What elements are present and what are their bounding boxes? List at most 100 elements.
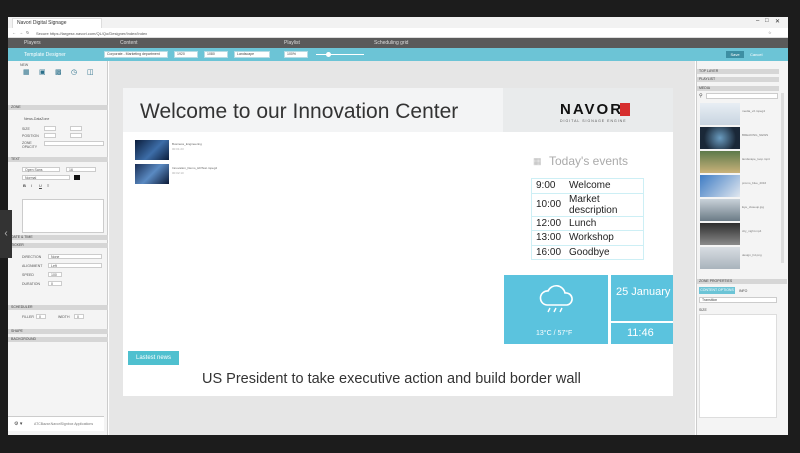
cancel-button[interactable]: Cancel [750,52,762,57]
text-section-header[interactable]: TEXT [8,157,108,162]
minimize-icon[interactable]: – [756,18,759,24]
app-tabs: Players Content Playlist Scheduling grid [8,38,788,48]
position-x-input[interactable] [44,133,56,138]
ticker-alignment-select[interactable]: Left [48,263,102,268]
ticker-duration-label: DURATION [22,282,41,286]
tab-scheduling-grid[interactable]: Scheduling grid [374,40,408,46]
content-options-tab[interactable]: CONTENT OPTIONS [699,287,735,294]
zone-tool-icon[interactable]: ▦ [23,68,30,76]
media-scrollbar[interactable] [781,93,784,263]
reload-icon[interactable]: ↻ [26,30,29,35]
company-select[interactable]: Corporate - Marketing department [104,51,168,58]
scheduler-width-input[interactable]: 0 [74,314,84,319]
date-zone[interactable]: 25 January [611,275,673,321]
font-select[interactable]: Open Sans [22,167,60,172]
browser-tab[interactable]: Navori Digital Signage [12,18,102,28]
media-thumb[interactable] [700,247,740,269]
news-label[interactable]: Lastest news [128,351,179,365]
video-thumb-1[interactable] [135,140,169,160]
media-thumb-label: BREAKING_NEWS [742,133,769,137]
zoom-slider-track[interactable] [316,54,364,55]
address-bar[interactable]: ← → ↻ Secure https://largesx.navori.com/… [8,28,788,38]
close-icon[interactable]: ✕ [775,18,780,25]
weather-zone[interactable]: 13°C / 57°F [504,275,608,344]
grid-tool-icon[interactable]: ◫ [87,68,94,76]
event-row: 13:00 Workshop [531,230,644,246]
url-text[interactable]: Secure https://largesx.navori.com/QL/Qo/… [36,31,147,36]
top-layer-section[interactable]: TOP LAYER [697,69,779,74]
ticker-speed-label: SPEED [22,273,34,277]
height-select[interactable]: 1080 [204,51,228,58]
playlist-items-box[interactable] [699,314,777,418]
background-section-header[interactable]: BACKGROUND [8,337,108,342]
media-thumb[interactable] [700,223,740,245]
width-select[interactable]: 1920 [174,51,198,58]
shape-section-header[interactable]: SHAPE [8,329,108,334]
forward-icon[interactable]: → [19,30,23,35]
text-content-area[interactable] [22,199,104,233]
transition-select[interactable]: Transition [699,297,777,303]
event-row: 10:00 Market description [531,193,644,217]
underline-icon[interactable]: U [39,183,42,188]
maximize-icon[interactable]: □ [765,18,769,24]
zone-properties-header[interactable]: ZONE PROPERTIES [697,279,787,284]
zoom-slider-handle[interactable] [326,52,331,57]
italic-icon[interactable]: I [31,183,32,188]
ticker-duration-input[interactable]: 0 [48,281,62,286]
size-width-input[interactable] [44,126,56,131]
footer-status: ATCBazar.NavoriSignbox Applications [34,422,94,426]
align-icon[interactable]: ≡ [47,183,49,188]
media-thumb[interactable] [700,199,740,221]
media-section[interactable]: MEDIA [697,86,779,91]
zone-opacity-select[interactable] [44,141,104,146]
media-thumb[interactable] [700,103,740,125]
logo-tagline: DIGITAL SIGNAGE ENGINE [560,119,627,123]
media-thumb[interactable] [700,175,740,197]
time-zone[interactable]: 11:46 [611,323,673,344]
info-tab[interactable]: INFO [739,289,747,293]
events-title: Today's events [549,154,629,168]
logo-zone[interactable]: NAVORI DIGITAL SIGNAGE ENGINE [503,88,673,132]
font-size-select[interactable]: 16 [66,167,96,172]
search-icon[interactable]: ⚲ [699,93,703,99]
media-tool-icon[interactable]: ▣ [39,68,46,76]
ticker-section-header[interactable]: TICKER [8,243,108,248]
font-weight-select[interactable]: Normal [22,175,70,180]
tab-playlist[interactable]: Playlist [284,40,300,46]
back-icon[interactable]: ← [12,30,16,35]
template-stage[interactable]: Welcome to our Innovation Center NAVORI … [123,88,673,396]
header-zone[interactable]: Welcome to our Innovation Center [123,88,503,132]
date-time-section-header[interactable]: DATE & TIME [8,235,108,240]
scheduler-section-header[interactable]: SCHEDULER [8,305,108,310]
web-tool-icon[interactable]: ▩ [55,68,62,76]
scheduler-filler-input[interactable]: 0 [36,314,46,319]
media-search-input[interactable] [706,93,778,99]
star-icon[interactable]: ☆ [768,30,772,35]
zoom-select[interactable]: 100% [284,51,308,58]
orientation-select[interactable]: Landscape [234,51,270,58]
size-height-input[interactable] [70,126,82,131]
event-row: 16:00 Goodbye [531,245,644,260]
ticker-speed-input[interactable]: 100 [48,272,62,277]
event-time: 13:00 [531,230,566,246]
playlist-section[interactable]: PLAYLIST [697,77,779,82]
save-button[interactable]: Save [726,51,744,58]
position-y-input[interactable] [70,133,82,138]
tab-players[interactable]: Players [24,40,41,46]
ticker-direction-select[interactable]: None [48,254,102,259]
bold-icon[interactable]: B [23,183,26,188]
clock-tool-icon[interactable]: ◷ [71,68,77,76]
zone-section-header[interactable]: ZONE [8,105,108,110]
properties-size-label: SIZE [699,308,707,312]
event-name: Lunch [565,216,644,231]
settings-gear-icon[interactable]: ⚙ ▾ [14,421,22,427]
position-label: POSITION [22,134,39,138]
video-thumb-2[interactable] [135,164,169,184]
tab-content[interactable]: Content [120,40,138,46]
media-thumb[interactable] [700,151,740,173]
side-collapse-handle[interactable]: ‹ [0,210,12,258]
media-thumb[interactable] [700,127,740,149]
logo-mark [620,103,630,116]
media-thumb-label: landscape_loop.mp4 [742,157,770,161]
font-color-swatch[interactable] [74,175,80,180]
